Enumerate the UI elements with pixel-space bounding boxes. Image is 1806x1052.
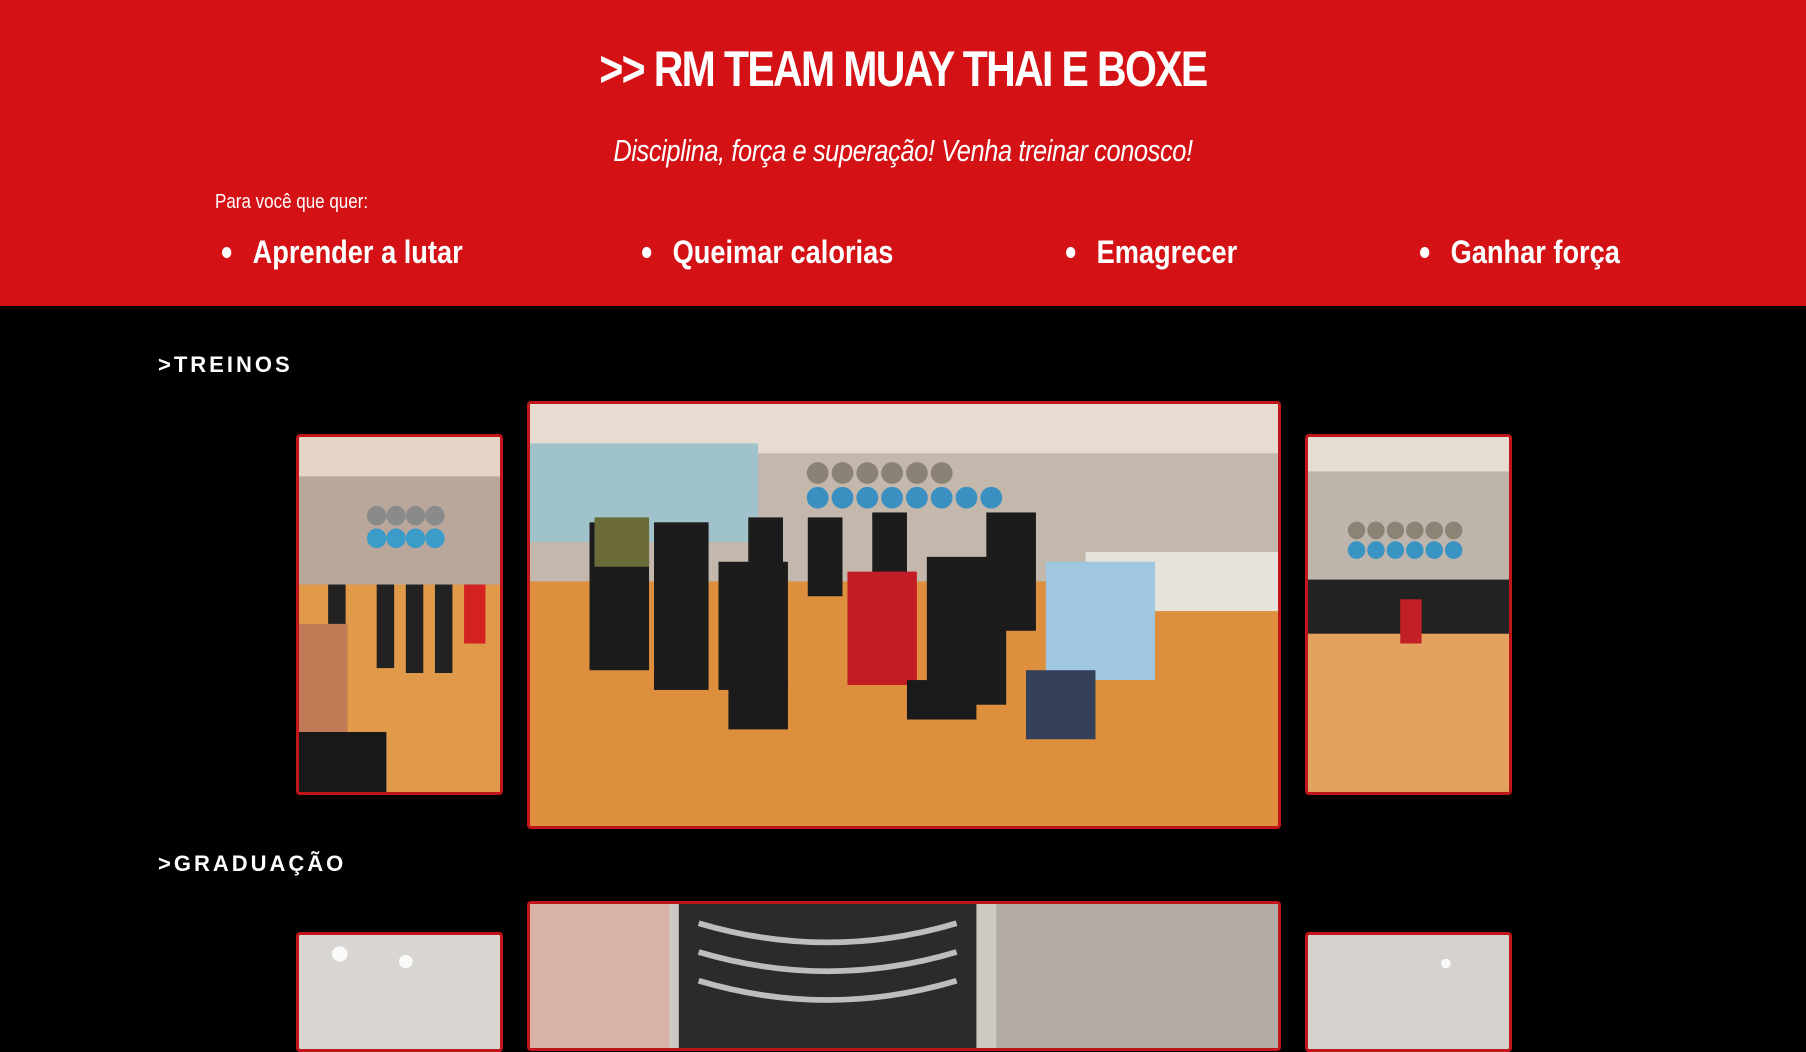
bullet-icon	[1066, 247, 1076, 258]
benefit-item: Queimar calorias	[642, 234, 893, 271]
benefit-label: Aprender a lutar	[252, 234, 463, 270]
bullet-icon	[642, 247, 652, 258]
benefits-intro: Para você que quer:	[215, 191, 369, 213]
benefit-item: Ganhar força	[1420, 234, 1620, 271]
carousel-slide-next[interactable]	[1305, 932, 1512, 1052]
training-photo	[530, 404, 1278, 826]
graduation-photo	[299, 935, 500, 1049]
carousel-slide-active[interactable]	[527, 901, 1281, 1051]
page-title: >> RM TEAM MUAY THAI E BOXE	[599, 41, 1208, 97]
benefit-item: Aprender a lutar	[222, 234, 463, 271]
hero-subtitle: Disciplina, força e superação! Venha tre…	[613, 133, 1193, 168]
carousel-slide-prev[interactable]	[296, 932, 503, 1052]
benefit-label: Emagrecer	[1096, 234, 1238, 270]
graduation-photo	[1308, 935, 1509, 1049]
training-photo	[299, 437, 500, 792]
benefit-label: Ganhar força	[1450, 234, 1620, 270]
bullet-icon	[222, 247, 232, 258]
hero-banner: >> RM TEAM MUAY THAI E BOXE Disciplina, …	[0, 0, 1806, 306]
training-photo	[1308, 437, 1509, 792]
section-title-treinos: >TREINOS	[158, 352, 293, 377]
benefit-label: Queimar calorias	[672, 234, 894, 270]
carousel-slide-prev[interactable]	[296, 434, 503, 795]
benefit-item: Emagrecer	[1066, 234, 1237, 271]
section-title-graduacao: >GRADUAÇÃO	[158, 851, 347, 876]
graduation-photo	[530, 904, 1278, 1048]
carousel-slide-active[interactable]	[527, 401, 1281, 829]
bullet-icon	[1420, 247, 1430, 258]
carousel-slide-next[interactable]	[1305, 434, 1512, 795]
